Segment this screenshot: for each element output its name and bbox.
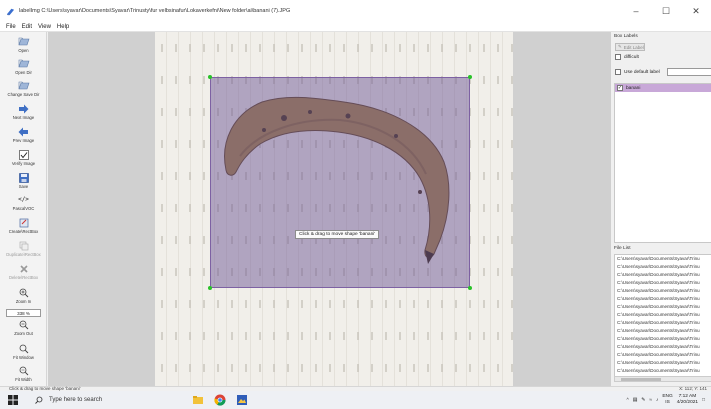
open-dir-button[interactable]: Open Dir [0, 57, 47, 79]
title-bar: labelImg C:\Users\syavar\Documents\Syava… [0, 0, 711, 22]
file-list-item[interactable]: C:\Users\syavar\Documents\Syavar\Trinu [617, 272, 700, 277]
file-list-item[interactable]: C:\Users\syavar\Documents\Syavar\Trinu [617, 320, 700, 325]
wifi-icon[interactable]: ≈ [649, 398, 652, 403]
maximize-icon[interactable]: ☐ [651, 0, 681, 22]
file-explorer-icon[interactable] [192, 394, 204, 406]
menu-edit[interactable]: Edit [22, 24, 32, 30]
arrow-right-icon [18, 102, 29, 115]
window-title: labelImg C:\Users\syavar\Documents\Syava… [19, 8, 291, 14]
zoom-in-button[interactable]: Zoom In [0, 286, 47, 308]
taskbar-search[interactable]: Type here to search [27, 391, 177, 409]
minimize-icon[interactable]: – [621, 0, 651, 22]
file-list-item[interactable]: C:\Users\syavar\Documents\Syavar\Trinu [617, 280, 700, 285]
duplicate-rectbox-button[interactable]: Duplicate\RectBox [0, 239, 47, 261]
copy-icon [19, 239, 29, 252]
bbox-handle-top-left[interactable] [208, 75, 212, 79]
use-default-label-checkbox[interactable]: Use default label [615, 69, 660, 75]
create-rectbox-button[interactable]: Create\RectBox [0, 216, 47, 238]
file-list[interactable]: C:\Users\syavar\Documents\Syavar\Trinu C… [614, 254, 711, 378]
bbox-handle-bottom-left[interactable] [208, 286, 212, 290]
search-icon [35, 396, 43, 404]
zoom-out-icon [19, 318, 29, 331]
menu-bar: File Edit View Help [0, 22, 711, 32]
file-list-item[interactable]: C:\Users\syavar\Documents\Syavar\Trinu [617, 304, 700, 309]
fit-window-button[interactable]: Fit Window [0, 342, 47, 364]
file-list-title: File List [614, 246, 631, 251]
label-list[interactable]: ✓ banani [614, 83, 711, 243]
file-list-item[interactable]: C:\Users\syavar\Documents\Syavar\Trinu [617, 368, 700, 373]
photos-app-icon[interactable] [236, 394, 248, 406]
labelimg-app-icon [6, 8, 15, 15]
checkbox-unchecked-icon [615, 54, 621, 60]
checkbox-checked-icon [18, 148, 29, 161]
draw-rect-icon [19, 216, 29, 229]
bounding-box-banani[interactable] [208, 75, 472, 290]
save-button[interactable]: Save [0, 171, 47, 193]
edit-icon: ✎ [618, 44, 622, 49]
file-list-item[interactable]: C:\Users\syavar\Documents\Syavar\Trinu [617, 264, 700, 269]
fit-width-button[interactable]: Fit Width [0, 364, 47, 386]
arrow-left-icon [18, 125, 29, 138]
file-list-item[interactable]: C:\Users\syavar\Documents\Syavar\Trinu [617, 296, 700, 301]
file-list-item[interactable]: C:\Users\syavar\Documents\Syavar\Trinu [617, 344, 700, 349]
code-brackets-icon: </> [18, 196, 29, 203]
menu-file[interactable]: File [6, 24, 16, 30]
volume-icon[interactable]: ♪ [656, 398, 658, 403]
file-list-item[interactable]: C:\Users\syavar\Documents\Syavar\Trinu [617, 336, 700, 341]
label-item-banani[interactable]: ✓ banani [615, 84, 711, 92]
zoom-level-spinbox[interactable]: 338 % [6, 309, 41, 317]
file-list-scrollbar[interactable] [614, 376, 711, 382]
file-list-item[interactable]: C:\Users\syavar\Documents\Syavar\Trinu [617, 360, 700, 365]
scrollbar-thumb[interactable] [621, 378, 661, 381]
checkbox-unchecked-icon [615, 69, 621, 75]
canvas-tooltip: Click & drag to move shape 'banani' [295, 230, 380, 239]
folder-open-icon [18, 79, 30, 92]
language-indicator[interactable]: ENG IS [662, 394, 672, 405]
zoom-in-icon [19, 286, 29, 299]
file-list-item[interactable]: C:\Users\syavar\Documents\Syavar\Trinu [617, 312, 700, 317]
difficult-checkbox[interactable]: difficult [615, 54, 639, 60]
file-list-item[interactable]: C:\Users\syavar\Documents\Syavar\Trinu [617, 288, 700, 293]
window-controls: – ☐ ✕ [621, 0, 711, 22]
windows-start-icon[interactable] [8, 395, 18, 405]
file-list-item[interactable]: C:\Users\syavar\Documents\Syavar\Trinu [617, 256, 700, 261]
bbox-handle-top-right[interactable] [468, 75, 472, 79]
notifications-icon[interactable]: □ [702, 398, 705, 403]
folder-open-icon [18, 35, 30, 48]
menu-view[interactable]: View [38, 24, 51, 30]
zoom-fit-icon [19, 342, 29, 355]
windows-taskbar: Type here to search ^ ▤ ✎ ≈ ♪ ENG IS 7:1… [0, 391, 711, 409]
network-icon[interactable]: ▤ [633, 398, 638, 403]
default-label-input[interactable] [667, 68, 711, 76]
menu-help[interactable]: Help [57, 24, 69, 30]
save-disk-icon [18, 171, 29, 184]
next-image-button[interactable]: Next Image [0, 102, 47, 124]
close-icon[interactable]: ✕ [681, 0, 711, 22]
change-save-dir-button[interactable]: Change Save Dir [0, 79, 47, 101]
chrome-icon[interactable] [214, 394, 226, 406]
checkbox-checked-icon[interactable]: ✓ [617, 85, 623, 91]
verify-image-button[interactable]: Verify Image [0, 148, 47, 170]
zoom-out-button[interactable]: Zoom Out [0, 318, 47, 340]
folder-open-icon [18, 57, 30, 70]
edit-label-button[interactable]: ✎ Edit Label [615, 43, 645, 51]
file-list-item[interactable]: C:\Users\syavar\Documents\Syavar\Trinu [617, 328, 700, 333]
taskbar-clock[interactable]: 7:12 AM 4/20/2021 [677, 394, 698, 405]
pen-icon[interactable]: ✎ [641, 398, 645, 403]
chevron-up-icon[interactable]: ^ [626, 398, 628, 403]
delete-cross-icon [19, 262, 29, 275]
open-button[interactable]: Open [0, 35, 47, 57]
left-toolbar: Open Open Dir Change Save Dir Next Image… [0, 32, 47, 386]
prev-image-button[interactable]: Prev Image [0, 125, 47, 147]
image-canvas[interactable]: Click & drag to move shape 'banani' [48, 32, 610, 386]
right-panel: Box Labels ✎ Edit Label difficult Use de… [610, 32, 711, 386]
bbox-handle-bottom-right[interactable] [468, 286, 472, 290]
system-tray: ^ ▤ ✎ ≈ ♪ ENG IS 7:12 AM 4/20/2021 □ [626, 391, 711, 409]
file-list-item[interactable]: C:\Users\syavar\Documents\Syavar\Trinu [617, 352, 700, 357]
box-labels-title: Box Labels [614, 34, 638, 39]
format-toggle-button[interactable]: </> PascalVOC [0, 193, 47, 215]
delete-rectbox-button[interactable]: Delete\RectBox [0, 262, 47, 284]
zoom-fit-width-icon [19, 364, 29, 377]
